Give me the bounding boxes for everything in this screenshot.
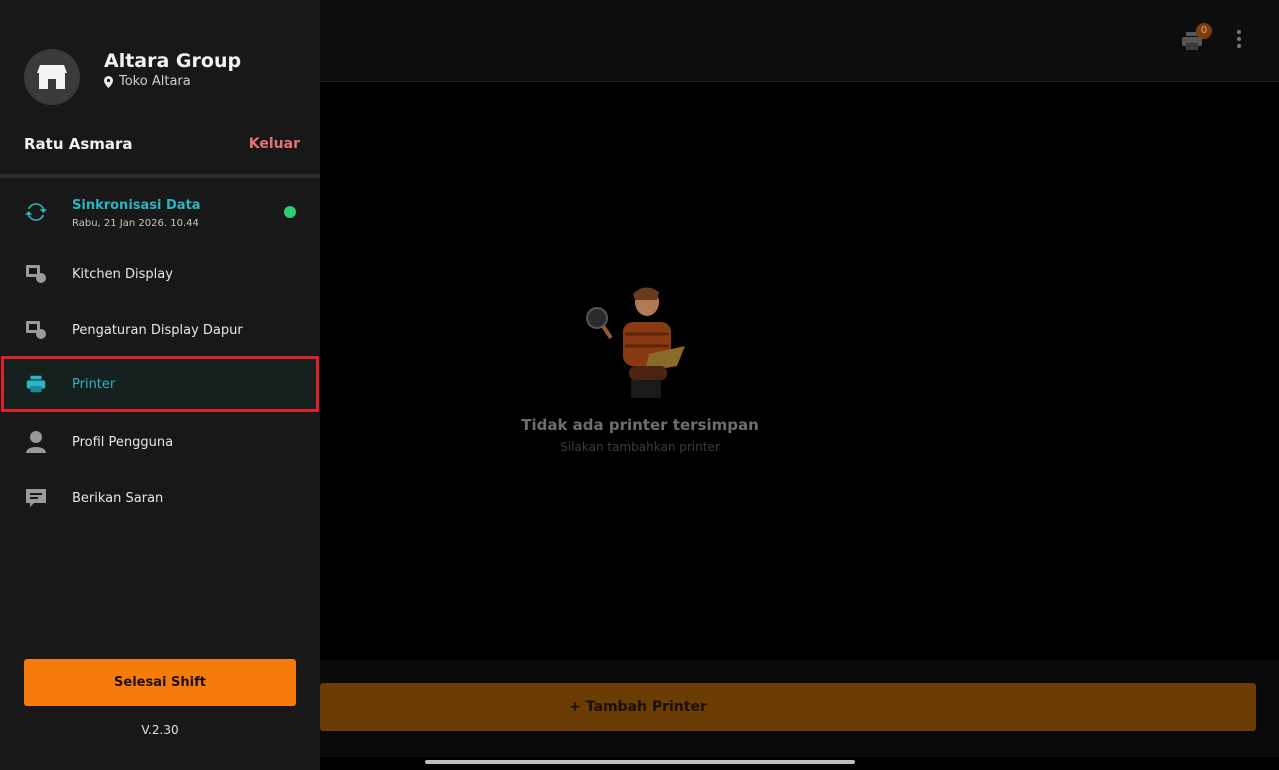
- sidebar-item-label: Printer: [72, 376, 116, 392]
- sync-timestamp: Rabu, 21 Jan 2026. 10.44: [72, 218, 199, 229]
- app-version: V.2.30: [141, 723, 179, 737]
- location-pin-icon: [104, 75, 113, 88]
- sidebar-item-kitchen-display[interactable]: Kitchen Display: [0, 246, 320, 302]
- sidebar-item-label: Pengaturan Display Dapur: [72, 322, 243, 338]
- kitchen-settings-icon: [24, 318, 48, 342]
- store-avatar: [24, 49, 80, 105]
- empty-state: Tidak ada printer tersimpan Silakan tamb…: [320, 82, 1279, 662]
- printer-icon: [24, 372, 48, 396]
- printer-count-badge: 0: [1196, 23, 1212, 39]
- app-root: 0 Tidak ada printer tersimpan Silakan ta…: [0, 0, 1279, 770]
- user-icon: [24, 430, 48, 454]
- empty-state-subtitle: Silakan tambahkan printer: [560, 440, 720, 454]
- sidebar-item-kitchen-settings[interactable]: Pengaturan Display Dapur: [0, 302, 320, 358]
- sync-title: Sinkronisasi Data: [72, 198, 201, 213]
- sidebar-item-profile[interactable]: Profil Pengguna: [0, 414, 320, 470]
- sidebar-item-printer[interactable]: Printer: [1, 356, 319, 412]
- feedback-icon: [24, 486, 48, 510]
- navigation-drawer: Altara Group Toko Altara Ratu Asmara Kel…: [0, 0, 320, 770]
- sidebar-item-label: Profil Pengguna: [72, 434, 174, 450]
- top-app-bar: [320, 0, 1279, 82]
- store-icon: [37, 65, 67, 89]
- more-options-icon[interactable]: [1232, 30, 1246, 52]
- empty-state-title: Tidak ada printer tersimpan: [521, 416, 759, 434]
- sync-status-dot: [284, 206, 296, 218]
- sidebar-item-feedback[interactable]: Berikan Saran: [0, 470, 320, 526]
- logout-button[interactable]: Keluar: [249, 136, 300, 152]
- kitchen-display-icon: [24, 262, 48, 286]
- home-indicator[interactable]: [425, 760, 855, 764]
- store-location: Toko Altara: [104, 74, 191, 89]
- end-shift-button[interactable]: Selesai Shift: [24, 659, 296, 706]
- add-printer-button[interactable]: + Tambah Printer: [320, 683, 1256, 731]
- sidebar-item-label: Kitchen Display: [72, 266, 173, 282]
- sync-icon: [24, 200, 48, 224]
- empty-illustration-icon: [586, 287, 685, 398]
- company-name: Altara Group: [104, 50, 242, 72]
- drawer-divider: [0, 174, 320, 178]
- user-name: Ratu Asmara: [24, 135, 133, 153]
- store-name: Toko Altara: [119, 74, 191, 89]
- sidebar-item-label: Berikan Saran: [72, 490, 164, 506]
